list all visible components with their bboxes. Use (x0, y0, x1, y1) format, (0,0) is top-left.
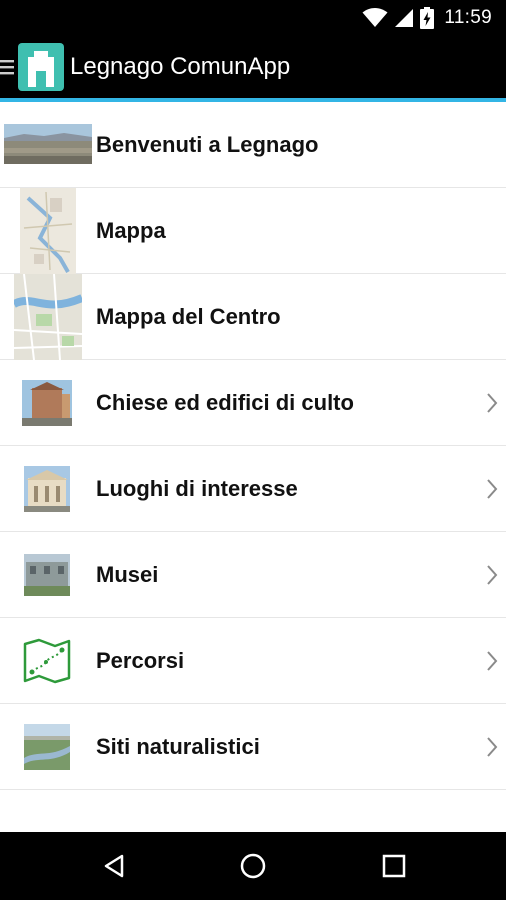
list-item-label: Mappa (96, 218, 166, 243)
home-button[interactable] (233, 848, 273, 884)
app-bar: Legnago ComunApp (0, 36, 506, 98)
status-icons: 11:59 (362, 6, 492, 30)
list-item-label: Chiese ed edifici di culto (96, 390, 354, 415)
river-thumbnail (24, 724, 70, 770)
list-item-siti[interactable]: Siti naturalistici (0, 704, 506, 790)
signal-icon (395, 9, 414, 27)
navigation-bar (0, 832, 506, 900)
list-item-benvenuti[interactable]: Benvenuti a Legnago (0, 102, 506, 188)
list-item-label: Mappa del Centro (96, 304, 281, 329)
home-icon (240, 853, 266, 879)
museum-thumbnail (24, 554, 70, 596)
panorama-thumbnail (4, 124, 92, 164)
menu-icon[interactable] (0, 58, 16, 76)
app-logo-icon[interactable] (18, 43, 64, 91)
route-map-icon (22, 638, 72, 684)
battery-charging-icon (420, 7, 435, 29)
list-item-percorsi[interactable]: Percorsi (0, 618, 506, 704)
list-item-mappa-centro[interactable]: Mappa del Centro (0, 274, 506, 360)
chevron-right-icon (487, 651, 498, 671)
wifi-icon (362, 8, 388, 27)
chevron-right-icon (487, 479, 498, 499)
list-item-label: Percorsi (96, 648, 185, 673)
list-item-musei[interactable]: Musei (0, 532, 506, 618)
back-icon (104, 854, 124, 878)
theater-thumbnail (24, 466, 70, 512)
back-button[interactable] (94, 848, 134, 884)
menu-list: Benvenuti a Legnago Mappa Mappa del Cent (0, 102, 506, 790)
chevron-right-icon (487, 393, 498, 413)
recents-button[interactable] (374, 848, 414, 884)
list-item-label: Musei (96, 562, 159, 587)
app-title: Legnago ComunApp (70, 53, 291, 80)
status-time: 11:59 (444, 7, 492, 28)
list-item-chiese[interactable]: Chiese ed edifici di culto (0, 360, 506, 446)
list-item-mappa[interactable]: Mappa (0, 188, 506, 274)
list-item-label: Luoghi di interesse (96, 476, 298, 501)
map-thumbnail (20, 188, 76, 274)
center-map-thumbnail (14, 274, 82, 360)
list-item-luoghi[interactable]: Luoghi di interesse (0, 446, 506, 532)
list-item-label: Benvenuti a Legnago (96, 132, 319, 157)
status-bar: 11:59 (0, 0, 506, 36)
recents-icon (382, 854, 406, 878)
list-item-label: Siti naturalistici (96, 734, 260, 759)
church-thumbnail (22, 380, 72, 426)
chevron-right-icon (487, 737, 498, 757)
chevron-right-icon (487, 565, 498, 585)
